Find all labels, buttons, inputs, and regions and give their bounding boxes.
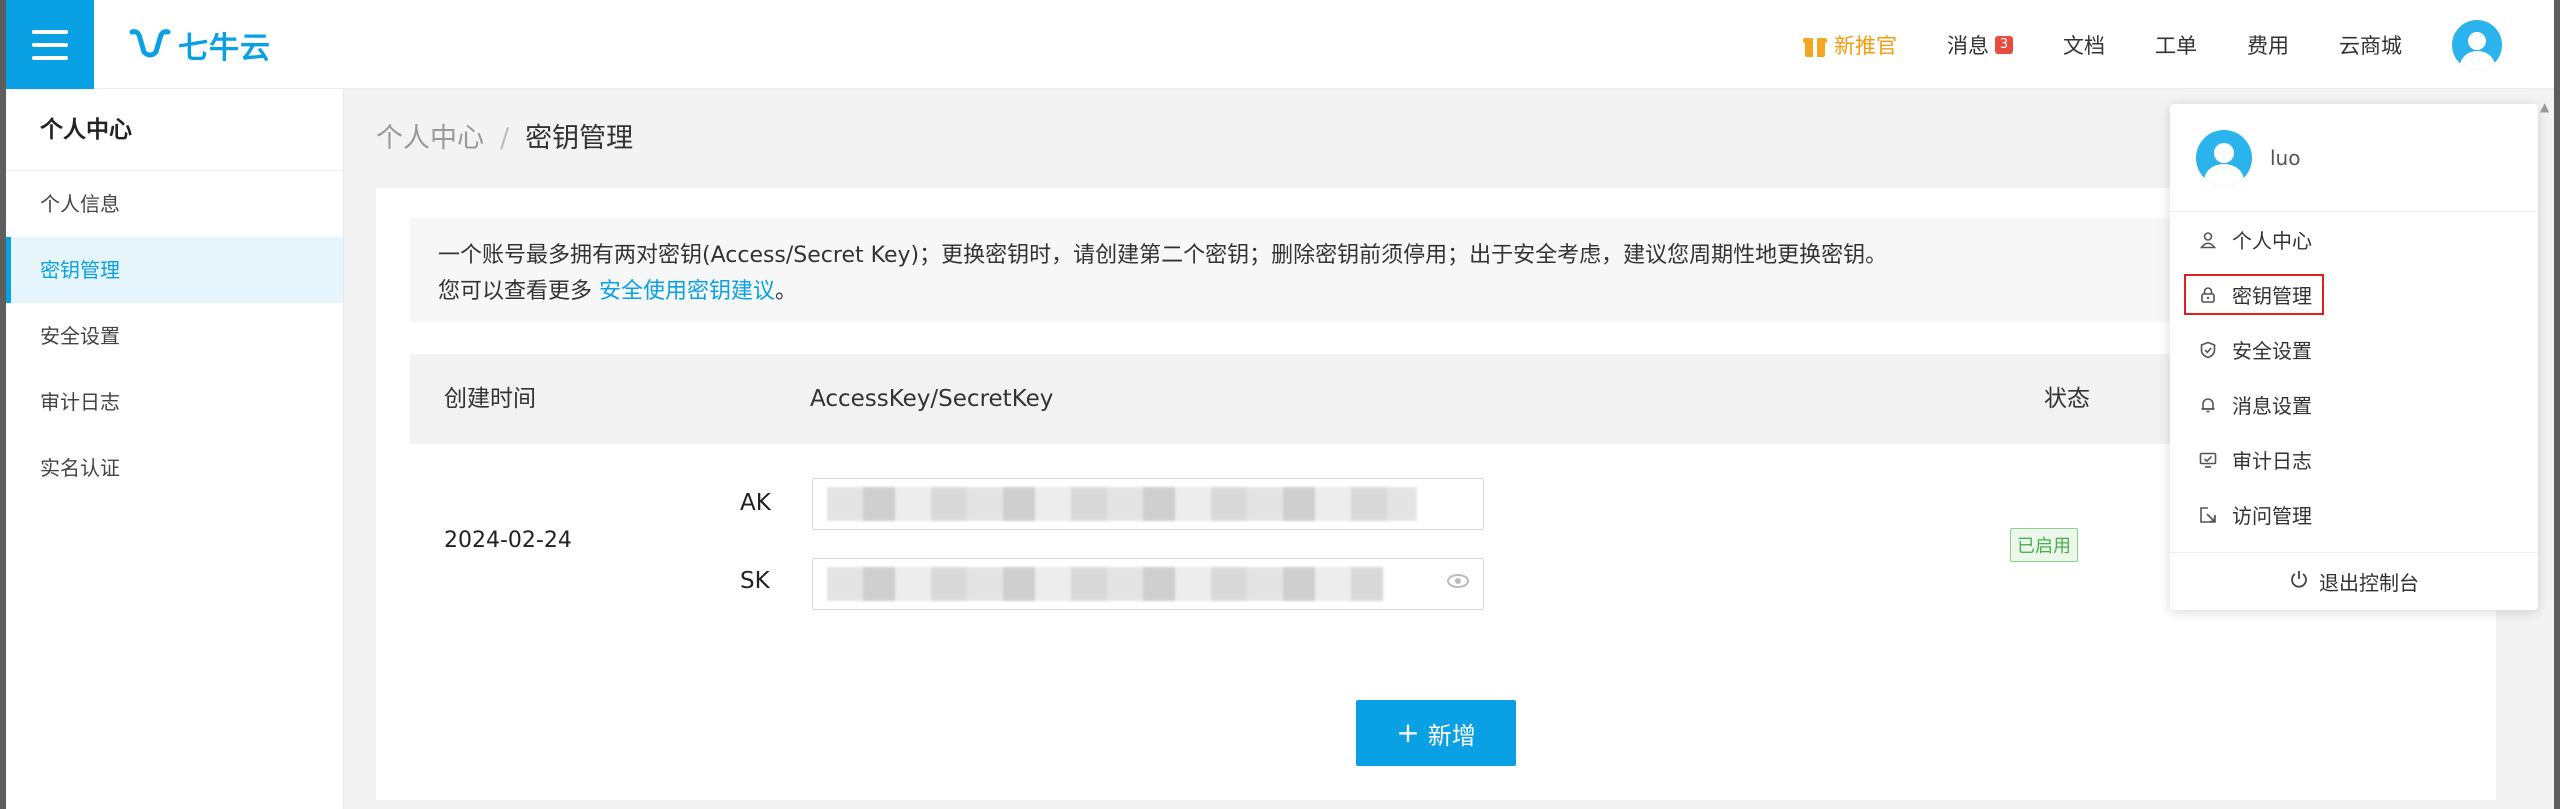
column-keys: AccessKey/SecretKey (810, 386, 1054, 412)
nav-marketplace-label: 云商城 (2339, 33, 2402, 58)
access-key-masked (827, 487, 1417, 521)
access-key-field[interactable] (812, 478, 1484, 530)
app-frame: 七牛云 新推官 消息 3 文档 工单 费用 云商城 个人中心 个人信息 密钥管理… (6, 0, 2554, 809)
add-key-button[interactable]: + 新增 (1356, 700, 1516, 766)
top-bar: 七牛云 新推官 消息 3 文档 工单 费用 云商城 (6, 0, 2554, 89)
sk-label: SK (740, 568, 770, 594)
sidebar-item-verification[interactable]: 实名认证 (6, 435, 343, 501)
user-icon (2198, 230, 2218, 250)
breadcrumb-current: 密钥管理 (525, 123, 634, 154)
nav-tickets[interactable]: 工单 (2155, 30, 2197, 60)
breadcrumb-parent[interactable]: 个人中心 (376, 123, 484, 154)
dropdown-item-label: 密钥管理 (2232, 284, 2312, 308)
secret-key-field[interactable] (812, 558, 1484, 610)
nav-promoter-label: 新推官 (1834, 33, 1897, 58)
dropdown-item-label: 个人中心 (2232, 229, 2312, 253)
top-nav: 新推官 消息 3 文档 工单 费用 云商城 (1802, 0, 2554, 89)
status-badge: 已启用 (2010, 528, 2078, 562)
column-status: 状态 (2044, 386, 2090, 412)
dropdown-user-header: luo (2170, 104, 2538, 212)
dropdown-item-message-settings[interactable]: 消息设置 (2170, 377, 2538, 432)
key-security-advice-link[interactable]: 安全使用密钥建议 (599, 279, 775, 304)
message-count-badge: 3 (1995, 35, 2013, 54)
scroll-up-icon[interactable]: ▲ (2540, 100, 2554, 114)
monitor-check-icon (2198, 450, 2218, 470)
dropdown-item-label: 访问管理 (2232, 504, 2312, 528)
nav-billing-label: 费用 (2247, 33, 2289, 58)
shield-icon (2198, 340, 2218, 360)
secret-key-masked (827, 567, 1383, 601)
notice-suffix: 。 (775, 279, 798, 304)
logout-label: 退出控制台 (2319, 571, 2419, 595)
dropdown-item-highlight-box: 密钥管理 (2184, 274, 2324, 315)
nav-messages-label: 消息 (1947, 33, 1989, 58)
notice-prefix: 您可以查看更多 (438, 279, 593, 304)
sidebar-item-profile[interactable]: 个人信息 (6, 171, 343, 237)
sidebar-title: 个人中心 (6, 89, 343, 171)
notice-line-2: 您可以查看更多 安全使用密钥建议。 (438, 274, 2442, 310)
dropdown-item-security-settings[interactable]: 安全设置 (2170, 322, 2538, 377)
dropdown-item-key-management[interactable]: 密钥管理 (2170, 267, 2538, 322)
nav-tickets-label: 工单 (2155, 33, 2197, 58)
nav-docs[interactable]: 文档 (2063, 30, 2105, 60)
avatar-head (2468, 31, 2486, 50)
dropdown-item-personal-center[interactable]: 个人中心 (2170, 212, 2538, 267)
gift-icon (1802, 32, 1828, 58)
sidebar: 个人中心 个人信息 密钥管理 安全设置 审计日志 实名认证 (6, 89, 344, 809)
nav-billing[interactable]: 费用 (2247, 30, 2289, 60)
dropdown-item-access-management[interactable]: 访问管理 (2170, 487, 2538, 542)
eye-icon[interactable] (1447, 574, 1469, 588)
nav-docs-label: 文档 (2063, 33, 2105, 58)
power-icon (2289, 569, 2309, 594)
notice-line-1: 一个账号最多拥有两对密钥(Access/Secret Key)；更换密钥时，请创… (438, 243, 1888, 268)
notice-box: 一个账号最多拥有两对密钥(Access/Secret Key)；更换密钥时，请创… (410, 218, 2470, 322)
logout-button[interactable]: 退出控制台 (2170, 552, 2538, 610)
avatar-body (2204, 164, 2244, 186)
access-icon (2198, 505, 2218, 525)
user-avatar[interactable] (2452, 19, 2502, 70)
logo-text: 七牛云 (178, 31, 271, 66)
nav-promoter[interactable]: 新推官 (1802, 30, 1897, 60)
user-dropdown-menu: luo 个人中心 密钥管理 安全设置 消息设置 审计日志 访问管理 退出控制台 (2170, 104, 2538, 610)
dropdown-item-label: 审计日志 (2232, 449, 2312, 473)
logo[interactable]: 七牛云 (128, 24, 271, 66)
dropdown-item-label: 消息设置 (2232, 394, 2312, 418)
column-created-time: 创建时间 (444, 386, 536, 412)
nav-marketplace[interactable]: 云商城 (2339, 30, 2402, 60)
plus-icon: + (1396, 716, 1420, 749)
dropdown-item-label: 安全设置 (2232, 339, 2312, 363)
lock-icon (2198, 285, 2218, 305)
cow-logo-icon (129, 29, 171, 58)
bell-icon (2198, 395, 2218, 415)
dropdown-avatar (2196, 129, 2252, 186)
breadcrumb: 个人中心 / 密钥管理 (376, 116, 633, 155)
dropdown-username: luo (2270, 145, 2301, 170)
table-header: 创建时间 AccessKey/SecretKey 状态 (410, 354, 2470, 444)
nav-messages[interactable]: 消息 3 (1947, 30, 2013, 60)
avatar-head (2213, 142, 2235, 164)
sidebar-item-keys[interactable]: 密钥管理 (6, 237, 343, 303)
created-date: 2024-02-24 (444, 528, 572, 553)
avatar-body (2459, 50, 2495, 70)
menu-icon[interactable] (6, 0, 94, 89)
ak-label: AK (740, 490, 771, 516)
sidebar-item-audit-log[interactable]: 审计日志 (6, 369, 343, 435)
breadcrumb-separator: / (500, 123, 510, 154)
sidebar-item-security[interactable]: 安全设置 (6, 303, 343, 369)
add-key-label: 新增 (1427, 721, 1476, 750)
dropdown-item-audit-log[interactable]: 审计日志 (2170, 432, 2538, 487)
